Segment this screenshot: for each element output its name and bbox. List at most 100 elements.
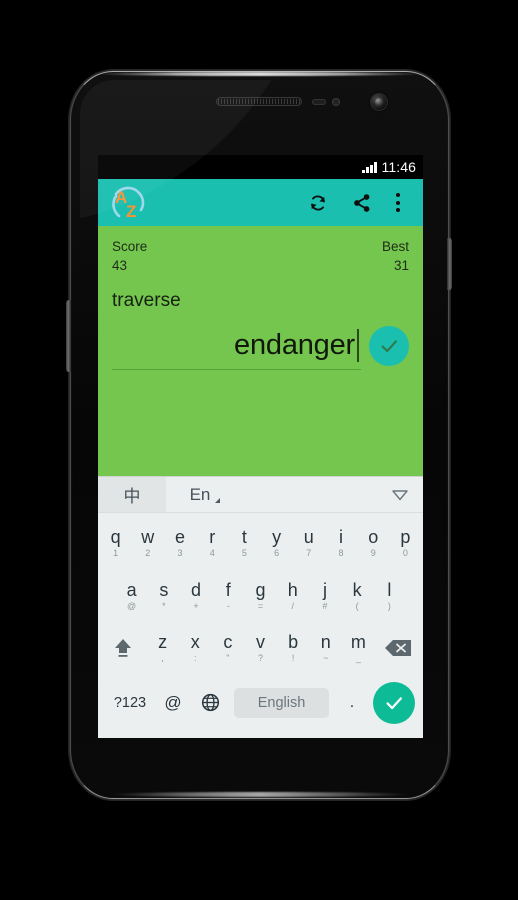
check-icon [386, 697, 402, 709]
key-n-label: n [320, 632, 331, 653]
key-y-sub: 6 [274, 548, 280, 559]
share-icon [354, 193, 370, 212]
power-hardware-button[interactable] [447, 238, 452, 290]
key-w[interactable]: w2 [132, 517, 163, 570]
collapse-keyboard-button[interactable] [377, 477, 423, 512]
key-n-sub: ~ [323, 653, 329, 664]
key-j-label: j [322, 579, 327, 600]
key-e[interactable]: e3 [164, 517, 195, 570]
key-y-label: y [272, 527, 282, 548]
key-y[interactable]: y6 [261, 517, 292, 570]
key-f-label: f [225, 579, 231, 600]
key-w-sub: 2 [145, 548, 151, 559]
key-q[interactable]: q1 [100, 517, 131, 570]
keyboard-rows: q1 w2 e3 r4 t5 y6 u7 i8 o9 p0 a @ s * d + f… [98, 513, 423, 738]
key-c[interactable]: c " [212, 622, 244, 675]
enter-key[interactable] [373, 681, 415, 724]
key-u[interactable]: u7 [293, 517, 324, 570]
phone-screen: 11:46 A Z Score 43 Best 31 traverse enda… [98, 155, 423, 738]
refresh-icon [311, 195, 325, 210]
keyboard-row-4: ?123 @ English . [100, 675, 421, 734]
key-g-sub: = [257, 600, 264, 611]
language-tab-english[interactable]: En [166, 477, 234, 512]
shift-arrow-icon [114, 639, 131, 658]
key-k[interactable]: k( [342, 570, 373, 623]
key-b-sub: ! [291, 653, 295, 664]
key-x[interactable]: x: [179, 622, 211, 675]
ambient-light-sensor [332, 98, 340, 106]
symbols-key[interactable]: ?123 [106, 695, 154, 711]
key-g[interactable]: g = [245, 570, 276, 623]
answer-input[interactable]: endanger [112, 322, 361, 370]
key-v[interactable]: v? [245, 622, 277, 675]
language-tab-caret-icon [215, 498, 220, 503]
at-key[interactable]: @ [156, 693, 190, 713]
key-g-label: g [255, 579, 266, 600]
key-s-sub: * [162, 600, 166, 611]
overflow-menu-button[interactable] [384, 181, 412, 225]
key-d-label: d [191, 579, 202, 600]
key-p-sub: 0 [402, 548, 408, 559]
key-f-sub: - [226, 600, 230, 611]
key-c-label: c [223, 632, 233, 653]
keyboard-row-3: z, x: c " v? b! n ~ m _ [100, 622, 421, 675]
space-key[interactable]: English [234, 687, 329, 718]
key-a[interactable]: a @ [116, 570, 147, 623]
key-f[interactable]: f- [213, 570, 244, 623]
language-tab-chinese[interactable]: 中 [98, 477, 166, 512]
key-r-label: r [209, 527, 216, 548]
language-switch-key[interactable] [192, 692, 228, 713]
volume-hardware-button[interactable] [66, 300, 71, 372]
key-l-sub: ) [387, 600, 391, 611]
key-d[interactable]: d + [180, 570, 211, 623]
key-r[interactable]: r4 [197, 517, 228, 570]
key-n[interactable]: n ~ [310, 622, 342, 675]
key-s-label: s [159, 579, 169, 600]
share-button[interactable] [340, 181, 384, 225]
language-tab-english-label: En [189, 484, 211, 504]
game-area: Score 43 Best 31 traverse endanger [98, 226, 423, 476]
key-h[interactable]: h / [277, 570, 308, 623]
keyboard-row-2: a @ s * d + f- g = h / j # k( l) [100, 570, 421, 623]
check-icon [381, 340, 397, 352]
key-x-sub: : [194, 653, 197, 664]
keyboard-toolbar: 中 En [98, 477, 423, 513]
key-d-sub: + [193, 600, 199, 611]
key-r-sub: 4 [209, 548, 215, 559]
best-block: Best 31 [382, 239, 409, 275]
phone-rim-highlight-bottom [110, 792, 410, 797]
key-m[interactable]: m _ [343, 622, 375, 675]
key-j[interactable]: j # [309, 570, 340, 623]
key-i[interactable]: i8 [325, 517, 356, 570]
key-x-label: x [190, 632, 200, 653]
key-p-label: p [400, 527, 411, 548]
key-a-label: a [126, 579, 137, 600]
backspace-icon [385, 640, 412, 657]
key-m-label: m [350, 632, 366, 653]
key-a-sub: @ [127, 600, 137, 611]
key-h-sub: / [291, 600, 294, 611]
submit-answer-button[interactable] [369, 325, 409, 366]
globe-language-icon [201, 694, 219, 712]
shift-key[interactable] [100, 622, 146, 675]
key-q-label: q [110, 527, 121, 548]
best-label: Best [381, 239, 409, 254]
key-s[interactable]: s * [148, 570, 179, 623]
key-b[interactable]: b! [277, 622, 309, 675]
key-t[interactable]: t5 [229, 517, 260, 570]
key-l[interactable]: l) [374, 570, 405, 623]
key-o[interactable]: o9 [358, 517, 389, 570]
key-k-sub: ( [355, 600, 359, 611]
earpiece-mesh [218, 99, 300, 104]
status-bar-clock: 11:46 [381, 159, 416, 175]
key-e-label: e [174, 527, 185, 548]
keyboard-row-1: q1 w2 e3 r4 t5 y6 u7 i8 o9 p0 [100, 517, 421, 570]
key-o-label: o [368, 527, 379, 548]
period-key[interactable]: . [335, 694, 369, 712]
score-row: Score 43 Best 31 [112, 226, 409, 275]
key-p[interactable]: p0 [390, 517, 421, 570]
backspace-key[interactable] [375, 622, 421, 675]
keyboard-toolbar-spacer [234, 477, 377, 512]
refresh-button[interactable] [296, 181, 340, 225]
key-z[interactable]: z, [147, 622, 179, 675]
